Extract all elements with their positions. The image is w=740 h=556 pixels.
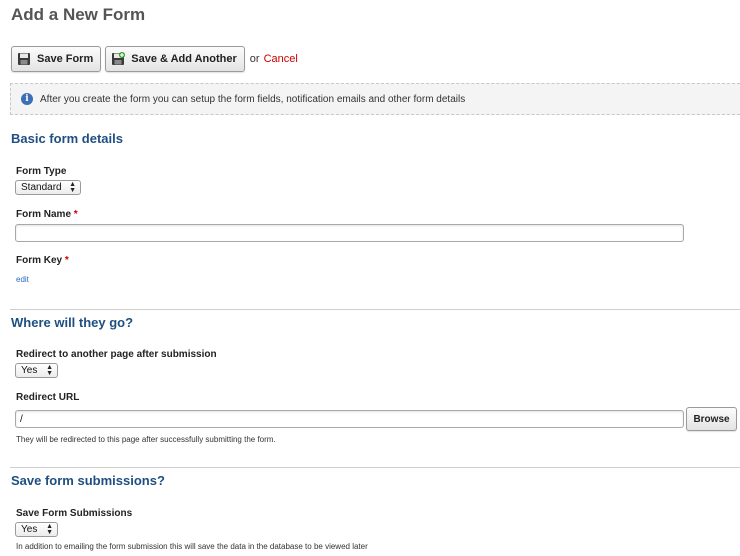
save-submissions-value: Yes xyxy=(21,524,38,535)
select-arrows-icon: ▲ ▼ xyxy=(46,364,53,377)
section-title-submissions: Save form submissions? xyxy=(11,473,165,488)
form-name-input[interactable] xyxy=(15,224,684,242)
section-title-redirect: Where will they go? xyxy=(11,315,134,330)
save-form-button[interactable]: Save Form xyxy=(11,46,102,72)
form-name-label: Form Name * xyxy=(16,209,78,220)
form-type-select[interactable]: Standard ▲ ▼ xyxy=(15,180,81,195)
redirect-url-input[interactable]: / xyxy=(15,410,684,428)
save-add-another-label: Save & Add Another xyxy=(131,53,237,65)
form-type-value: Standard xyxy=(21,182,62,193)
redirect-toggle-select[interactable]: Yes ▲ ▼ xyxy=(15,363,58,378)
info-notice: i After you create the form you can setu… xyxy=(10,83,740,115)
redirect-toggle-value: Yes xyxy=(21,365,38,376)
redirect-url-help: They will be redirected to this page aft… xyxy=(16,435,276,444)
browse-button[interactable]: Browse xyxy=(686,407,737,431)
select-arrows-icon: ▲ ▼ xyxy=(46,523,53,536)
info-icon: i xyxy=(21,93,33,105)
form-key-label: Form Key * xyxy=(16,255,69,266)
save-submissions-select[interactable]: Yes ▲ ▼ xyxy=(15,522,58,537)
required-mark: * xyxy=(73,209,78,220)
info-text: After you create the form you can setup … xyxy=(40,93,466,105)
section-divider xyxy=(10,309,740,310)
floppy-disk-add-icon xyxy=(112,52,126,65)
section-divider xyxy=(10,467,740,468)
save-form-label: Save Form xyxy=(37,53,94,65)
cancel-link[interactable]: Cancel xyxy=(264,53,298,65)
save-submissions-label: Save Form Submissions xyxy=(16,508,133,519)
redirect-url-label: Redirect URL xyxy=(16,392,80,403)
floppy-disk-icon xyxy=(18,53,30,65)
or-text: or xyxy=(249,53,260,65)
redirect-toggle-label: Redirect to another page after submissio… xyxy=(16,349,217,360)
save-add-another-button[interactable]: Save & Add Another xyxy=(105,46,245,72)
save-submissions-help: In addition to emailing the form submiss… xyxy=(16,542,368,551)
toolbar: Save Form Save & Add Another or Cancel xyxy=(11,46,298,72)
section-title-basic: Basic form details xyxy=(11,131,123,146)
page-title: Add a New Form xyxy=(11,5,146,24)
select-arrows-icon: ▲ ▼ xyxy=(69,181,76,194)
form-key-edit-link[interactable]: edit xyxy=(16,275,29,284)
required-mark: * xyxy=(64,255,69,266)
form-type-label: Form Type xyxy=(16,166,67,177)
